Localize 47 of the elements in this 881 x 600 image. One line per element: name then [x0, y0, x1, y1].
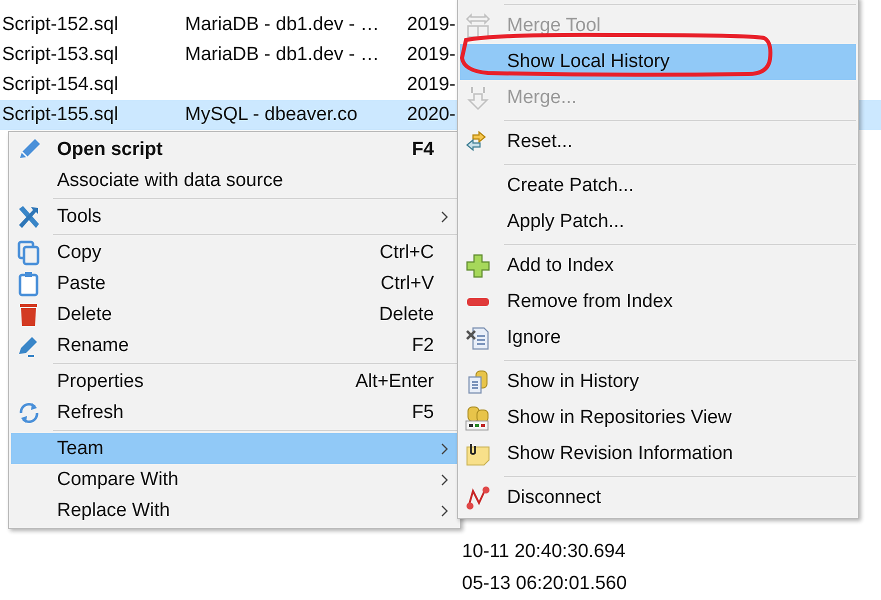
date-cell: 05-13 06:20:01.560: [462, 573, 627, 595]
script-name-cell-text: Script-154.sql: [2, 74, 120, 96]
disconnect-icon: [465, 485, 491, 511]
menu-item[interactable]: Open script F4: [11, 134, 458, 165]
menu-item[interactable]: Ignore: [460, 320, 856, 356]
menu-item[interactable]: Show in Repositories View: [460, 400, 856, 436]
datasource-cell-text: MariaDB - db1.dev - …: [185, 44, 380, 66]
menu-item[interactable]: Properties Alt+Enter: [11, 366, 458, 397]
script-name-cell-text: Script-152.sql: [2, 14, 120, 36]
datasource-cell-text: MySQL - dbeaver.co: [185, 104, 358, 126]
menu-item[interactable]: Create Patch...: [460, 168, 856, 204]
menu-item[interactable]: Delete Delete: [11, 299, 458, 330]
chevron-right-icon: [441, 504, 448, 516]
chevron-right-icon: [441, 210, 448, 222]
menu-item[interactable]: Show in History: [460, 364, 856, 400]
menu-item[interactable]: Disconnect: [460, 480, 856, 516]
plus-icon: [465, 253, 491, 279]
merge-tool-icon: [465, 13, 491, 39]
script-name-cell-text: Script-155.sql: [2, 104, 120, 126]
copy-icon: [16, 240, 42, 266]
menu-item[interactable]: Refresh F5: [11, 397, 458, 428]
menu-item[interactable]: Show Local History: [460, 44, 856, 80]
menu-item[interactable]: Rename F2: [11, 330, 458, 361]
script-name-cell-text: Script-153.sql: [2, 44, 120, 66]
chevron-right-icon: [441, 474, 448, 486]
menu-item[interactable]: Add to Index: [460, 248, 856, 284]
menu-item[interactable]: Remove from Index: [460, 284, 856, 320]
datasource-cell-text: MariaDB - db1.dev - …: [185, 14, 380, 36]
ignore-file-icon: [465, 325, 491, 351]
chevron-right-icon: [441, 442, 448, 454]
note-icon: [465, 441, 491, 467]
menu-item[interactable]: Copy Ctrl+C: [11, 237, 458, 268]
date-cell: 2019-: [407, 74, 456, 96]
menu-item[interactable]: Replace With: [11, 495, 458, 526]
menu-item[interactable]: Apply Patch...: [460, 204, 856, 240]
menu-item[interactable]: Compare With: [11, 464, 458, 495]
menu-item[interactable]: Paste Ctrl+V: [11, 268, 458, 299]
repository-icon: [465, 405, 491, 431]
date-cell: 2019-: [407, 14, 456, 36]
menu-item[interactable]: Associate with data source: [11, 165, 458, 196]
menu-item[interactable]: Show Revision Information: [460, 436, 856, 472]
menu-item[interactable]: Tools: [11, 201, 458, 232]
date-cell: 2020-: [407, 104, 456, 126]
date-cell: 10-11 20:40:30.694: [462, 541, 626, 563]
down-arrow-icon: [465, 85, 491, 111]
menu-item[interactable]: Team: [11, 433, 458, 464]
date-cell: 2019-: [407, 44, 456, 66]
